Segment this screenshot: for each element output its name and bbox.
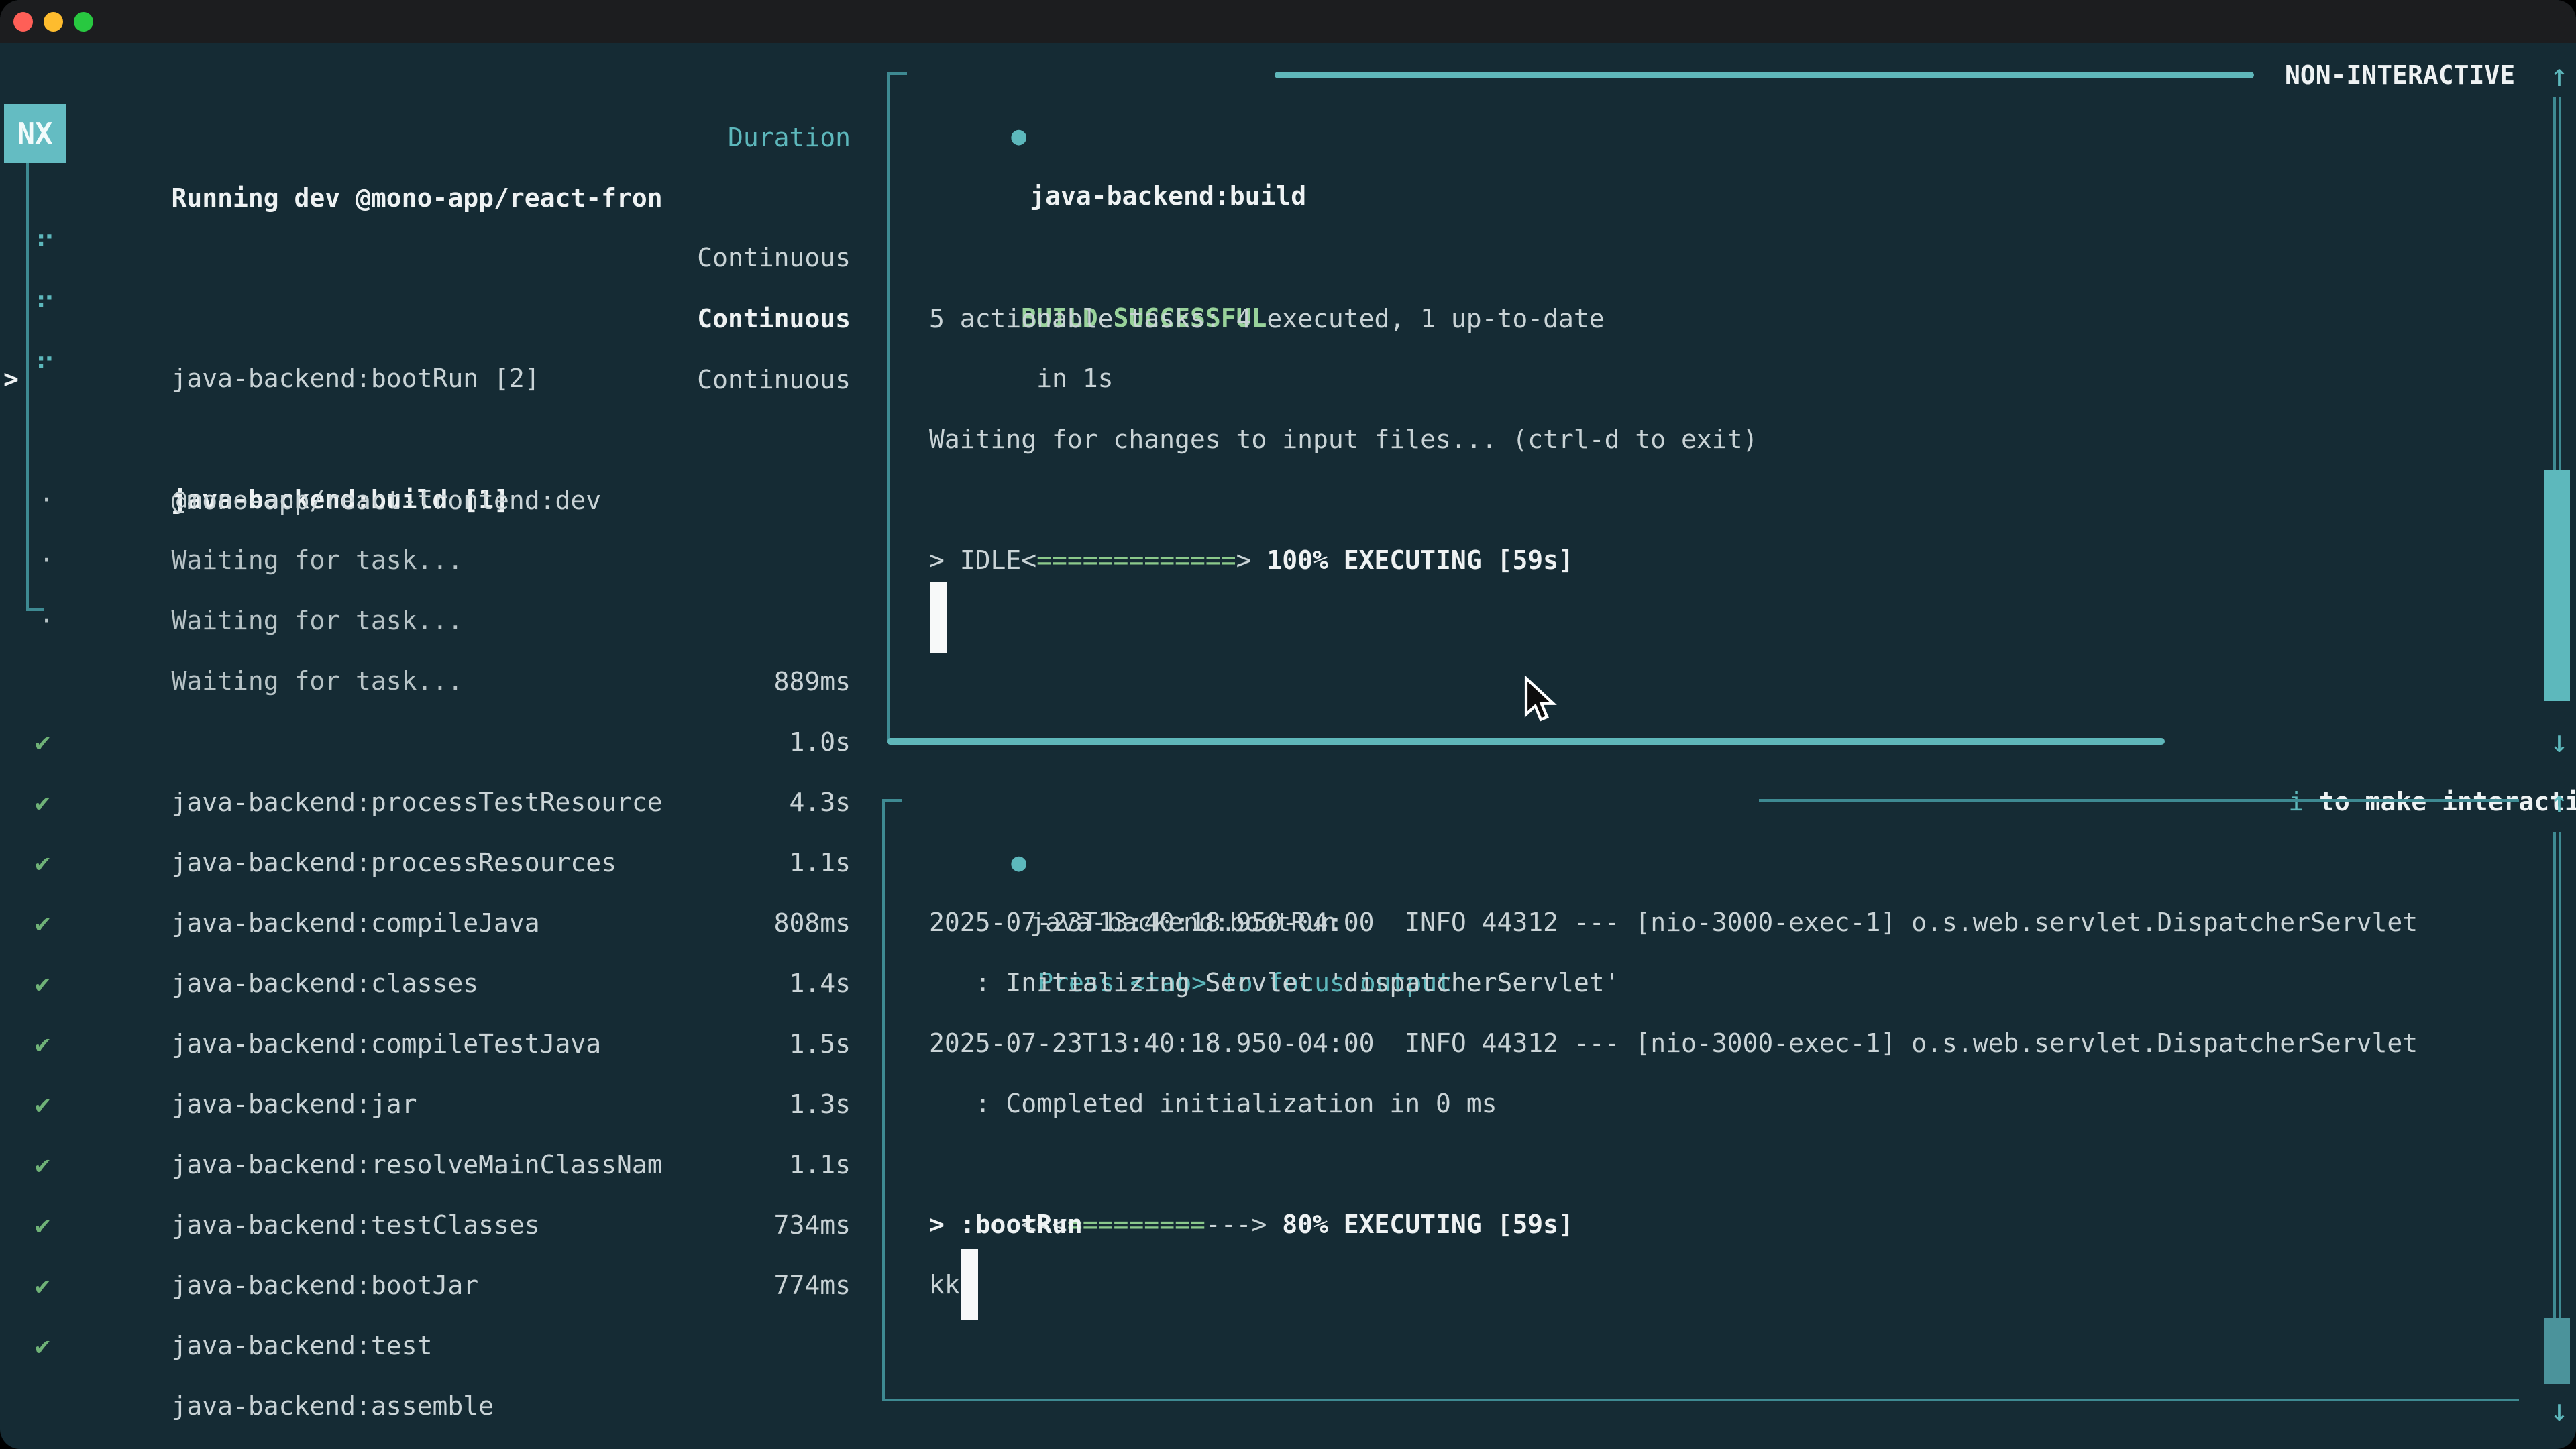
sidebar-item-completed[interactable]: ✔ java-backend:jar 1.4s	[0, 953, 851, 1014]
sidebar-item-waiting: · Waiting for task...	[0, 409, 851, 470]
terminal-window: NX Running dev @mono-app/react-fron Dura…	[0, 0, 2576, 1449]
task-duration: 1.1s	[789, 1134, 851, 1195]
pane-border-left	[887, 72, 890, 743]
sidebar-item-waiting: · Waiting for task...	[0, 530, 851, 590]
hint-key: i	[2288, 787, 2304, 816]
sidebar-item-bootrun[interactable]: ⠋ java-backend:bootRun [2] Continuous	[0, 227, 851, 288]
pane-border-left	[882, 799, 885, 1401]
spinner-icon: ⠋	[35, 278, 56, 338]
progress-close: >	[1236, 545, 1267, 575]
scroll-up-icon[interactable]: ↑	[2539, 45, 2576, 105]
task-status: Continuous	[697, 227, 851, 288]
progress-open: <	[1021, 545, 1036, 575]
pane-border-bottom	[887, 738, 2165, 745]
task-name: java-backend:test	[172, 1331, 433, 1360]
sidebar-item-completed[interactable]: ✔ java-backend:resolveMainClassNam 1.5s	[0, 1014, 851, 1074]
pane-header-rule	[1275, 72, 2254, 78]
task-duration: 1.0s	[789, 712, 851, 772]
task-status: Continuous	[697, 350, 851, 410]
gradle-task-line: > :bootRun	[929, 1194, 1083, 1254]
sidebar-item-completed[interactable]: ✔ java-backend:assemble 774ms	[0, 1255, 851, 1316]
pending-label: Waiting for task...	[172, 606, 464, 635]
log-line: : Initializing Servlet 'dispatcherServle…	[929, 953, 1620, 1013]
build-progress-line: <=============> 100% EXECUTING [59s]	[929, 470, 1574, 530]
sidebar-item-build-selected[interactable]: > ⠋ java-backend:build [1] Continuous	[0, 288, 851, 349]
pane-border-corner	[882, 799, 902, 802]
sidebar-item-completed[interactable]: ✔ java-backend:compileTestJava 808ms	[0, 893, 851, 953]
task-duration: 1.3s	[789, 1074, 851, 1134]
sidebar-item-frontend-dev[interactable]: ⠋ @mono-app/react-frontend:dev Continuou…	[0, 350, 851, 410]
mode-badge: NON-INTERACTIVE	[2285, 45, 2515, 105]
titlebar	[0, 0, 2576, 43]
task-status: Continuous	[697, 288, 851, 349]
task-duration: 774ms	[774, 1255, 851, 1316]
terminal-cursor	[961, 1249, 978, 1320]
scroll-down-icon[interactable]: ↓	[2539, 711, 2576, 771]
sidebar-item-completed[interactable]: ✔ java-backend:processTestResource 889ms	[0, 651, 851, 712]
log-line: 2025-07-23T13:40:18.950-04:00 INFO 44312…	[929, 1013, 2418, 1073]
minimize-button[interactable]	[44, 12, 63, 32]
pending-dot-icon: ·	[39, 590, 54, 651]
duration-column-header: Duration	[728, 107, 851, 168]
progress-bar-empty: ---	[1205, 1210, 1252, 1239]
spinner-icon: ⠋	[35, 339, 56, 399]
sidebar-item-completed[interactable]: ✔ java-backend:test 734ms	[0, 1195, 851, 1255]
task-duration: 734ms	[774, 1195, 851, 1255]
pane-bullet-icon: ●	[1011, 847, 1026, 877]
bootrun-pane-header[interactable]: ● java-backend:bootRun Press <tab> to fo…	[919, 771, 1452, 832]
sidebar-header: Running dev @mono-app/react-fron Duratio…	[0, 107, 851, 168]
task-duration: 1.4s	[789, 953, 851, 1014]
window-controls	[13, 12, 93, 32]
progress-close: >	[1251, 1210, 1282, 1239]
scrollbar-track[interactable]	[2553, 97, 2561, 470]
check-icon: ✔	[35, 1316, 50, 1376]
log-line: : Completed initialization in 0 ms	[929, 1073, 1497, 1134]
build-success-line: BUILD SUCCESSFUL in 1s	[929, 227, 1267, 288]
task-duration: 889ms	[774, 651, 851, 712]
scrollbar-track[interactable]	[2553, 832, 2561, 1318]
terminal-cursor	[930, 582, 947, 653]
tasks-summary-line: 5 actionable tasks: 4 executed, 1 up-to-…	[929, 288, 1605, 349]
sidebar-title: Running dev @mono-app/react-fron	[172, 183, 663, 213]
pane-border-bottom	[882, 1399, 2519, 1401]
progress-bar-filled: =========	[1067, 1210, 1205, 1239]
task-duration: 1.5s	[789, 1014, 851, 1074]
progress-label: 100% EXECUTING [59s]	[1267, 545, 1574, 575]
pane-header-rule	[1759, 799, 2519, 802]
task-duration: 1.1s	[789, 833, 851, 893]
maximize-button[interactable]	[74, 12, 93, 32]
pane-border-corner	[887, 72, 907, 75]
sidebar-item-completed[interactable]: ✔ java-backend:classes 1.1s	[0, 833, 851, 893]
sidebar-item-completed[interactable]: ✔ java-backend:compileJava 4.3s	[0, 772, 851, 833]
sidebar-footer: ← 1/2 → quit: q help: ?	[0, 1375, 851, 1436]
scroll-up-icon[interactable]: ↑	[2539, 771, 2576, 832]
close-button[interactable]	[13, 12, 33, 32]
mouse-pointer-icon	[1524, 676, 1560, 729]
pane-title: java-backend:build	[1030, 181, 1306, 211]
sidebar-item-completed[interactable]: ✔ java-backend:processResources 1.0s	[0, 712, 851, 772]
progress-bar-filled: =============	[1036, 545, 1236, 575]
sidebar-item-completed[interactable]: ✔ java-backend:testClasses 1.3s	[0, 1074, 851, 1134]
bootrun-progress-line: <<<=========---> 80% EXECUTING [59s]	[929, 1134, 1574, 1194]
scrollbar-thumb[interactable]	[2544, 1318, 2570, 1384]
log-line: 2025-07-23T13:40:18.950-04:00 INFO 44312…	[929, 892, 2418, 953]
pane-bullet-icon: ●	[1011, 121, 1026, 150]
interactive-hint: i to make interactive	[2196, 711, 2576, 771]
stdin-input-text[interactable]: kk	[929, 1254, 960, 1315]
scrollbar-thumb[interactable]	[2544, 470, 2570, 701]
sidebar-item-waiting: · Waiting for task...	[0, 470, 851, 530]
idle-status-line: > IDLE	[929, 530, 1021, 590]
spinner-icon: ⠋	[35, 217, 56, 277]
build-pane-header[interactable]: ● java-backend:build	[919, 45, 1306, 105]
task-duration: 4.3s	[789, 772, 851, 833]
sidebar-item-completed[interactable]: ✔ java-backend:bootJar 1.1s	[0, 1134, 851, 1195]
scroll-down-icon[interactable]: ↓	[2539, 1380, 2576, 1440]
footer-help: quit: q help: ?	[682, 1375, 851, 1449]
task-duration: 808ms	[774, 893, 851, 953]
build-success-suffix: in 1s	[1021, 364, 1113, 393]
progress-label: 80% EXECUTING [59s]	[1282, 1210, 1574, 1239]
hint-text: to make interactive	[2304, 787, 2576, 816]
waiting-line: Waiting for changes to input files... (c…	[929, 409, 1758, 470]
